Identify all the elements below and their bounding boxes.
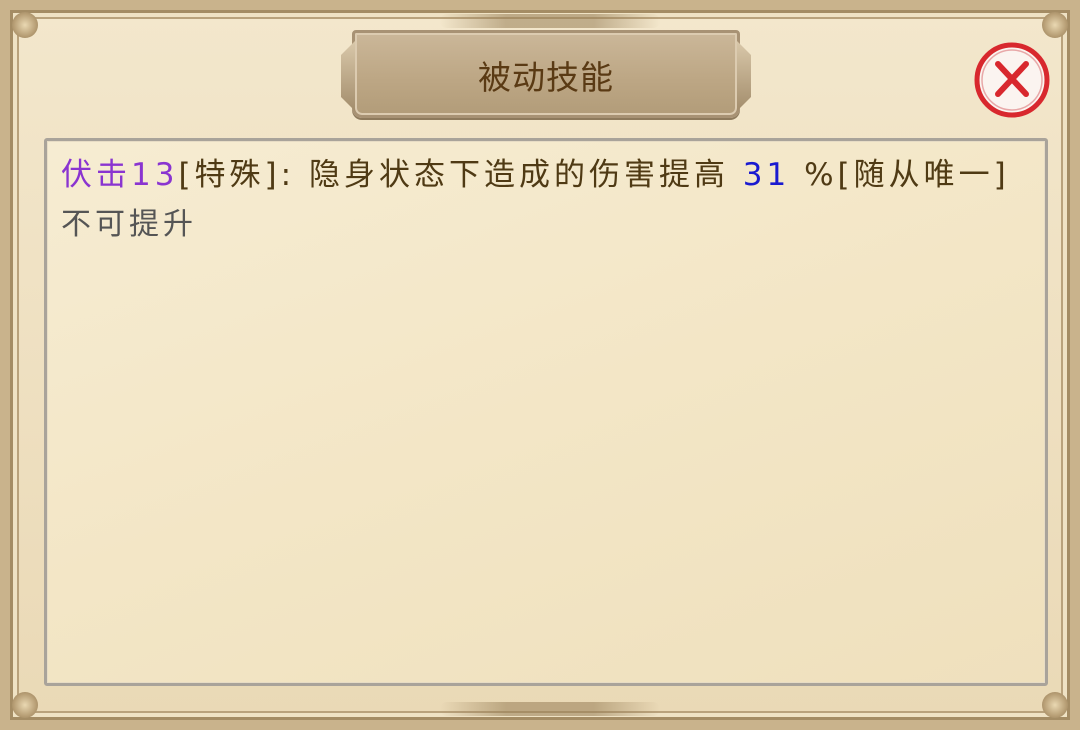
skill-description: 伏击13[特殊]: 隐身状态下造成的伤害提高 31 %[随从唯一] [61,151,1031,199]
bottom-ornament [440,702,660,716]
title-banner: 被动技能 [352,30,740,118]
skill-value: 31 [742,157,791,193]
corner-ornament [1042,692,1068,718]
close-icon [974,42,1050,118]
close-button[interactable] [972,40,1052,120]
skill-description-prefix: [特殊]: 隐身状态下造成的伤害提高 [178,157,743,193]
skill-description-panel: 伏击13[特殊]: 隐身状态下造成的伤害提高 31 %[随从唯一] 不可提升 [44,138,1048,686]
dialog-title: 被动技能 [478,58,614,97]
top-ornament [440,14,660,28]
corner-ornament [12,12,38,38]
skill-description-suffix: %[随从唯一] [790,157,1010,193]
corner-ornament [1042,12,1068,38]
corner-ornament [12,692,38,718]
upgrade-status: 不可提升 [61,207,197,242]
skill-name: 伏击13 [61,157,179,193]
